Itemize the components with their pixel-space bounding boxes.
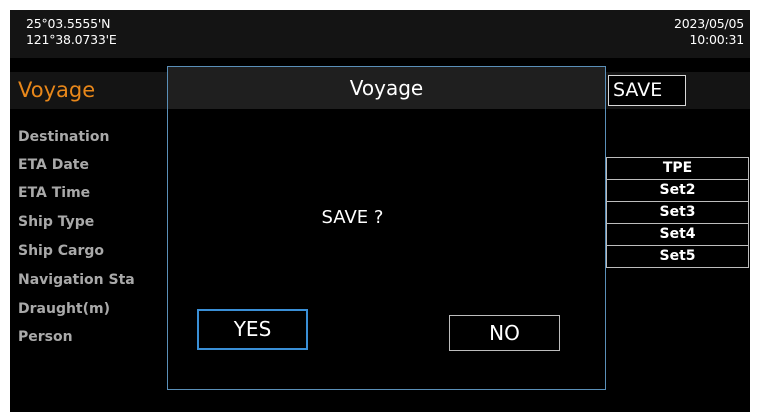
status-header: 25°03.5555'N 121°38.0733'E 2023/05/05 10… [10,10,750,58]
no-button[interactable]: NO [449,315,560,351]
ship-type-value-field[interactable]: Set4 [606,223,749,246]
latitude-readout: 25°03.5555'N [26,16,111,31]
eta-date-value-field[interactable]: Set2 [606,179,749,202]
field-label-person: Person [18,329,73,345]
field-label-eta-time: ETA Time [18,185,91,201]
field-label-eta-date: ETA Date [18,157,89,173]
save-button[interactable]: SAVE [608,75,686,106]
ship-cargo-value-field[interactable]: Set5 [606,245,749,268]
field-label-draught: Draught(m) [18,301,111,317]
field-label-destination: Destination [18,129,110,145]
dialog-title: Voyage [349,76,424,100]
field-label-ship-cargo: Ship Cargo [18,243,105,259]
longitude-readout: 121°38.0733'E [26,32,117,47]
dialog-message-row: SAVE ? [168,207,605,228]
yes-button[interactable]: YES [197,309,308,350]
destination-value-field[interactable]: TPE [606,157,749,180]
dialog-message: SAVE ? [321,207,384,228]
device-screen: 25°03.5555'N 121°38.0733'E 2023/05/05 10… [10,10,750,412]
field-label-navigation-status: Navigation Sta [18,272,135,288]
save-confirm-dialog: Voyage SAVE ? YES NO [167,66,606,390]
page-title: Voyage [18,78,96,102]
dialog-header: Voyage [168,67,605,109]
date-readout: 2023/05/05 [673,16,744,31]
field-label-ship-type: Ship Type [18,214,95,230]
eta-time-value-field[interactable]: Set3 [606,201,749,224]
time-readout: 10:00:31 [689,32,744,47]
